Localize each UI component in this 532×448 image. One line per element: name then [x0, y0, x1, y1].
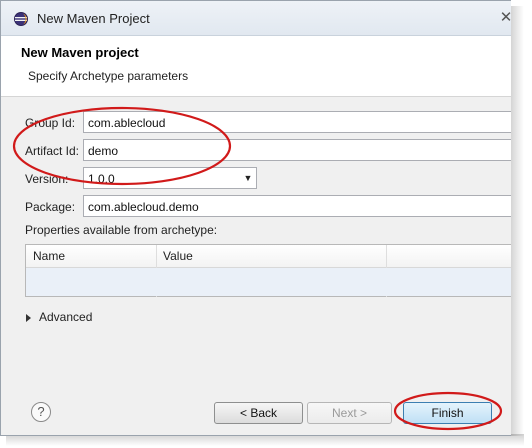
- wizard-header: New Maven project Specify Archetype para…: [1, 36, 511, 97]
- back-button[interactable]: < Back: [214, 402, 303, 424]
- version-label: Version:: [25, 172, 69, 186]
- properties-label: Properties available from archetype:: [25, 223, 218, 237]
- title-bar: New Maven Project ✕: [1, 1, 511, 36]
- page-title: New Maven project: [21, 45, 139, 60]
- group-id-label: Group Id:: [25, 116, 76, 130]
- artifact-id-label: Artifact Id:: [25, 144, 80, 158]
- next-button[interactable]: Next >: [307, 402, 392, 424]
- finish-button[interactable]: Finish: [403, 402, 492, 424]
- expand-triangle-icon[interactable]: [26, 314, 31, 322]
- table-header: Name Value: [26, 245, 511, 268]
- new-maven-project-dialog: New Maven Project ✕ New Maven project Sp…: [0, 0, 511, 436]
- properties-table[interactable]: Name Value: [25, 244, 511, 297]
- window-title: New Maven Project: [37, 11, 150, 26]
- eclipse-icon: [14, 12, 28, 26]
- table-row[interactable]: [26, 268, 511, 296]
- help-icon[interactable]: ?: [31, 402, 51, 422]
- advanced-section-toggle[interactable]: Advanced: [39, 310, 92, 324]
- package-label: Package:: [25, 200, 76, 214]
- version-value: 1.0.0: [88, 172, 115, 186]
- package-field[interactable]: com.ablecloud.demo: [83, 195, 511, 217]
- close-icon[interactable]: ✕: [495, 7, 511, 29]
- version-combo[interactable]: 1.0.0 ▼: [83, 167, 257, 189]
- column-header-value[interactable]: Value: [163, 249, 193, 263]
- column-header-name[interactable]: Name: [33, 249, 65, 263]
- artifact-id-field[interactable]: demo: [83, 139, 511, 161]
- chevron-down-icon[interactable]: ▼: [240, 168, 256, 188]
- page-subtitle: Specify Archetype parameters: [28, 69, 189, 83]
- group-id-field[interactable]: com.ablecloud: [83, 111, 511, 133]
